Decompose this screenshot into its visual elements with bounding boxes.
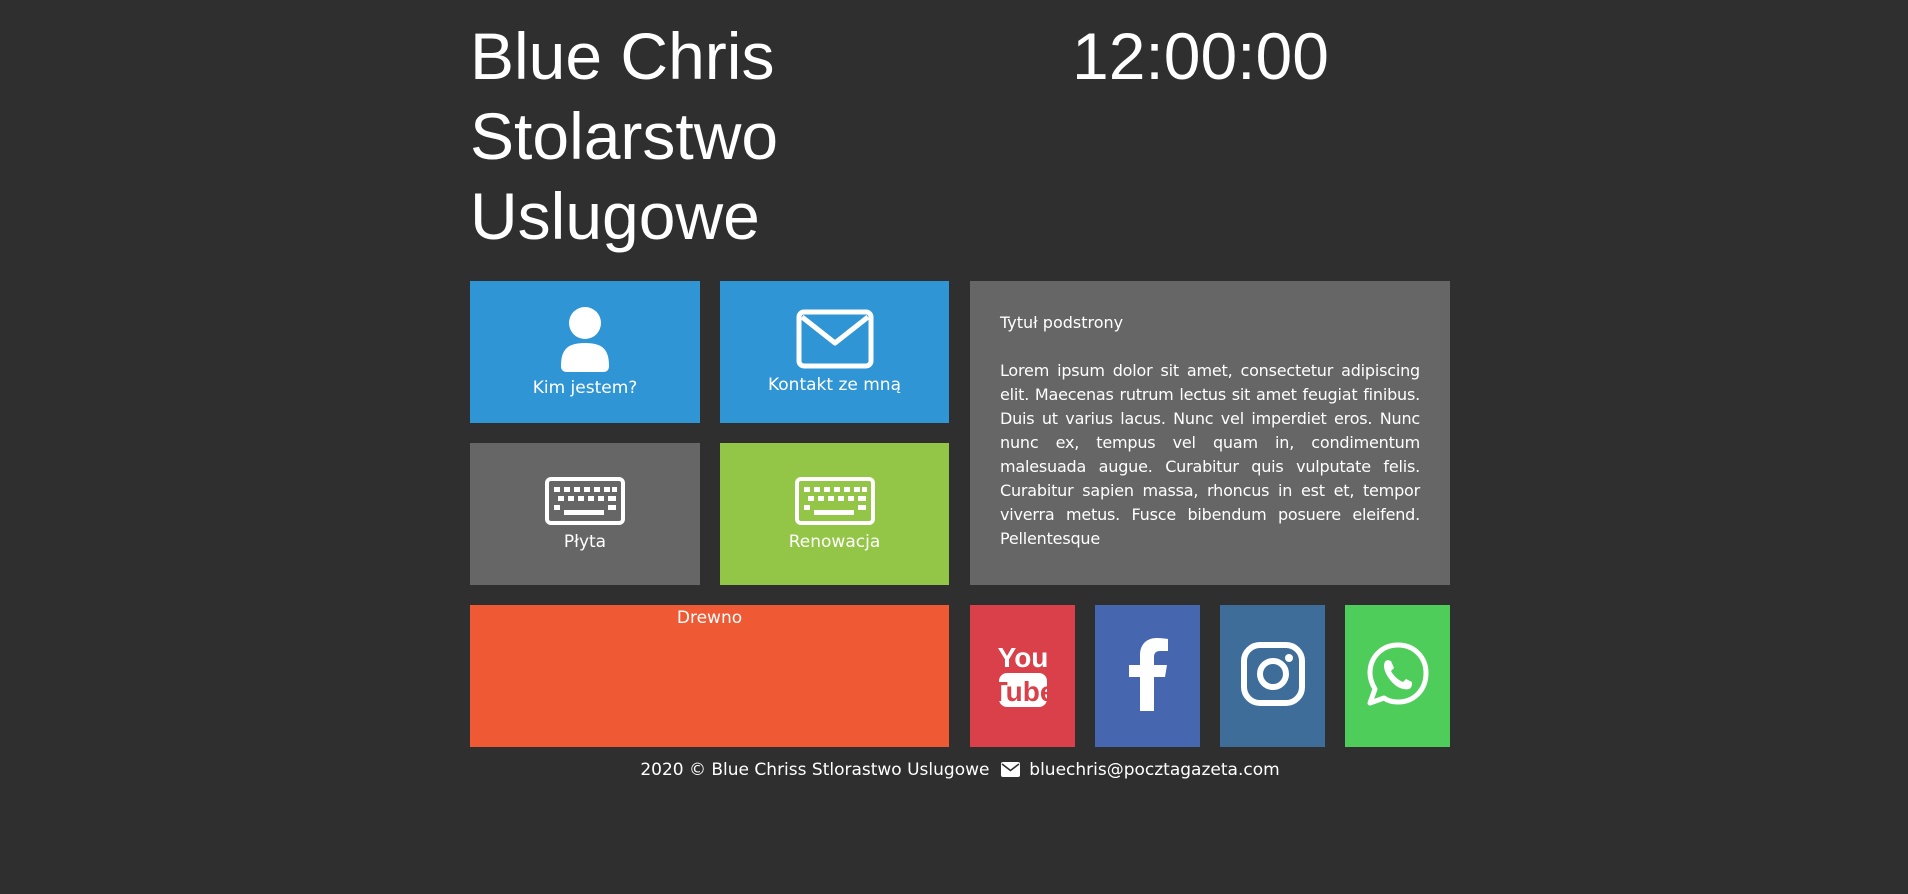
tile-kim-jestem[interactable]: Kim jestem? (470, 281, 700, 423)
tile-renowacja[interactable]: Renowacja (720, 443, 949, 585)
subpage-title: Tytuł podstrony (1000, 313, 1124, 332)
content-panel: Tytuł podstrony Lorem ipsum dolor sit am… (970, 281, 1450, 585)
keyboard-icon (544, 476, 626, 526)
tile-label: Płyta (563, 532, 607, 552)
site-title: Blue Chris Stolarstwo Uslugowe (470, 19, 779, 253)
page-container: Blue Chris Stolarstwo Uslugowe 12:00:00 … (470, 0, 1450, 894)
tile-label: Drewno (676, 608, 743, 628)
tile-label: Renowacja (788, 532, 881, 552)
tile-drewno[interactable]: Drewno (470, 605, 949, 747)
youtube-tile[interactable]: You Tube (970, 605, 1075, 747)
tile-plyta[interactable]: Płyta (470, 443, 700, 585)
envelope-icon (1000, 760, 1020, 784)
svg-text:Tube: Tube (993, 676, 1053, 707)
footer: 2020 © Blue Chriss Stlorastwo Uslugowe b… (470, 758, 1450, 784)
envelope-icon (796, 309, 874, 369)
tile-label: Kontakt ze mną (767, 375, 901, 395)
tile-label: Kim jestem? (532, 378, 638, 398)
footer-copyright: 2020 © Blue Chriss Stlorastwo Uslugowe (640, 760, 990, 780)
whatsapp-icon (1364, 640, 1432, 713)
facebook-icon (1126, 637, 1170, 716)
facebook-tile[interactable] (1095, 605, 1200, 747)
tile-kontakt[interactable]: Kontakt ze mną (720, 281, 949, 423)
whatsapp-tile[interactable] (1345, 605, 1450, 747)
svg-text:You: You (997, 642, 1048, 673)
youtube-icon: You Tube (990, 639, 1055, 714)
instagram-icon (1240, 641, 1306, 712)
footer-email-link[interactable]: bluechris@pocztagazeta.com (1029, 760, 1279, 780)
clock: 12:00:00 (1072, 19, 1329, 93)
keyboard-icon (794, 476, 876, 526)
user-icon (557, 306, 613, 372)
instagram-tile[interactable] (1220, 605, 1325, 747)
subpage-body: Lorem ipsum dolor sit amet, consectetur … (1000, 361, 1420, 548)
